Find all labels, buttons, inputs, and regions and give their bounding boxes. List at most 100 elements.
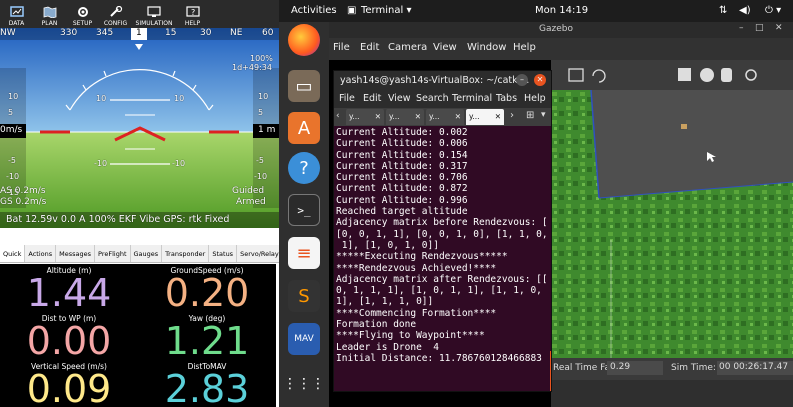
gz-menu-edit[interactable]: Edit [360,42,379,53]
plan-button[interactable]: PLAN [33,0,66,28]
box-shape-icon[interactable] [678,68,691,81]
tab-messages[interactable]: Messages [56,245,96,262]
gz-menu-window[interactable]: Window [467,42,506,53]
power-icon[interactable]: ⏻ ▾ [765,5,781,16]
gazebo-bottom-panel [551,380,793,407]
right-scale-5: 5 [258,108,264,117]
quick-yaw[interactable]: Yaw (deg) 1.21 [138,314,276,360]
left-scale-10: 10 [8,92,19,101]
help-icon[interactable]: ? [288,152,320,184]
terminal-line: ****Commencing Formation**** [336,307,497,319]
terminal-tab-active[interactable]: y... ✕ [466,109,504,125]
terminal-line: Current Altitude: 0.006 [336,138,468,150]
sublime-icon[interactable]: S [288,280,320,312]
tab-actions[interactable]: Actions [25,245,57,262]
setup-button[interactable]: SETUP [66,0,99,28]
quick-dist-to-mav[interactable]: DistToMAV 2.83 [138,362,276,407]
terminal-icon[interactable]: >_ [288,194,320,226]
terminal-output[interactable]: Current Altitude: 0.002 Current Altitude:… [336,127,548,391]
quick-altitude[interactable]: Altitude (m) 1.44 [0,266,138,312]
terminal-line: *****Executing Rendezvous***** [336,251,508,263]
term-menu-search[interactable]: Search [416,93,449,104]
app-menu[interactable]: Terminal ▾ [361,5,411,16]
terminal-line: ****Flying to Waypoint**** [336,330,485,342]
right-scale-neg10: -10 [254,172,268,181]
tab-menu-icon[interactable]: ▾ [541,110,546,120]
quick-panel: Altitude (m) 1.44 GroundSpeed (m/s) 0.20… [0,264,276,407]
tab-transponder[interactable]: Transponder [162,245,210,262]
terminal-tab[interactable]: y... ✕ [426,109,464,125]
sphere-shape-icon[interactable] [700,68,714,82]
term-menu-help[interactable]: Help [524,93,546,104]
terminal-line: Initial Distance: 11.786760128466883 [336,352,542,364]
term-menu-view[interactable]: View [388,93,411,104]
gazebo-3d-scene[interactable] [551,90,793,358]
tab-scroll-right-icon[interactable]: › [510,110,514,121]
left-scale-neg5: -5 [8,156,16,165]
tab-scroll-left-icon[interactable]: ‹ [336,111,340,121]
firefox-icon[interactable] [288,24,320,56]
help-button[interactable]: ? HELP [176,0,209,28]
scale-tool-icon[interactable] [568,68,584,82]
tab-preflight[interactable]: PreFlight [95,245,131,262]
volume-icon[interactable]: ◀) [739,5,751,16]
software-icon[interactable]: A [288,112,320,144]
close-button[interactable]: ✕ [775,23,783,33]
armed-status: Armed [236,197,266,207]
quick-vertical-speed[interactable]: Vertical Speed (m/s) 0.09 [0,362,138,407]
hud-status-bar: Bat 12.59v 0.0 A 100% EKF Vibe GPS: rtk … [6,214,230,225]
clock[interactable]: Mon 14:19 [535,5,588,16]
config-button[interactable]: CONFIG [99,0,132,28]
terminal-line: Adjacency matrix before Rendezvous: [ [336,217,548,229]
terminal-tab[interactable]: y... ✕ [346,109,384,125]
compass-heading: 1 [136,28,142,38]
simulation-button[interactable]: SIMULATION [132,0,176,28]
help-icon: ? [185,6,200,17]
right-scale-10: 10 [258,92,269,101]
data-button[interactable]: DATA [0,0,33,28]
term-menu-tabs[interactable]: Tabs [496,93,517,104]
terminal-scrollbar[interactable] [550,351,551,391]
term-menu-edit[interactable]: Edit [363,93,381,104]
tab-servo-relay[interactable]: Servo/Relay [237,245,279,262]
undo-icon[interactable] [592,69,606,83]
close-icon: ✕ [374,112,381,121]
terminal-tab[interactable]: y... ✕ [386,109,424,125]
tab-gauges[interactable]: Gauges [131,245,163,262]
minimize-button[interactable]: – [739,23,744,33]
quick-value: 0.20 [164,271,250,315]
minimize-button[interactable]: – [516,74,528,86]
right-scale-neg5: -5 [256,156,264,165]
terminal-line: ****Rendezvous Achieved!**** [336,262,497,274]
gz-menu-file[interactable]: File [333,42,350,53]
quick-dist-to-wp[interactable]: Dist to WP (m) 0.00 [0,314,138,360]
terminal-line: 1], [1, 0, 1, 0]] [336,239,439,251]
close-button[interactable]: ✕ [534,74,546,86]
gz-menu-view[interactable]: View [433,42,457,53]
tab-quick[interactable]: Quick [0,245,26,262]
pitch-10-left: 10 [96,94,107,103]
mavconsole-icon[interactable]: MAV [288,323,320,355]
terminal-line: Leader is Drone 4 [336,341,439,353]
compass-330: 330 [60,28,78,38]
network-icon[interactable]: ⇅ [719,5,727,16]
activities-button[interactable]: Activities [291,5,337,16]
gz-menu-camera[interactable]: Camera [388,42,427,53]
new-tab-icon[interactable]: ⊞ [526,110,534,121]
text-editor-icon[interactable]: ≡ [288,237,320,269]
quick-groundspeed[interactable]: GroundSpeed (m/s) 0.20 [138,266,276,315]
drone-model[interactable] [681,124,687,129]
files-icon[interactable]: ▭ [288,70,320,102]
apps-grid-icon[interactable]: ⋮⋮⋮ [283,368,325,400]
term-menu-file[interactable]: File [339,93,355,104]
maximize-button[interactable]: □ [755,23,764,33]
mp-toolbar: DATA PLAN SETUP CONFIG SIMULATION ? HELP [0,0,279,28]
config-icon [109,6,122,17]
sun-light-icon[interactable] [745,69,757,81]
term-menu-terminal[interactable]: Terminal [452,93,492,104]
cylinder-shape-icon[interactable] [721,68,732,82]
gz-menu-help[interactable]: Help [513,42,536,53]
mp-tab-strip: Quick Actions Messages PreFlight Gauges … [0,245,279,263]
tab-status[interactable]: Status [209,245,238,262]
pitch-neg10-left: -10 [94,159,108,168]
